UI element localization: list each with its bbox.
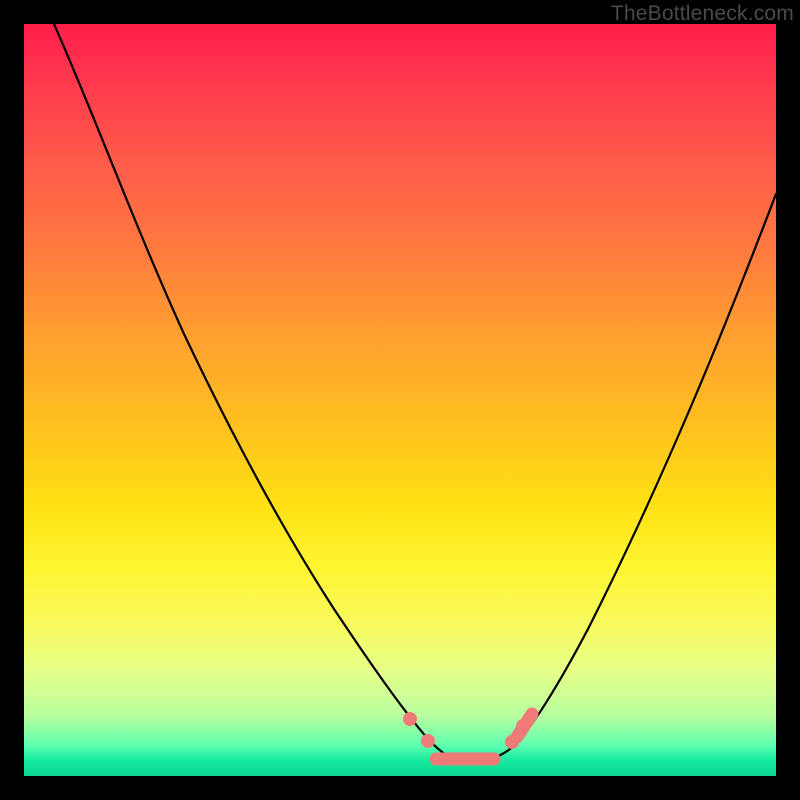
plot-area xyxy=(24,24,776,776)
marker-dot xyxy=(516,719,530,733)
bottleneck-curve xyxy=(24,24,776,776)
marker-dot xyxy=(421,734,435,748)
marker-dot xyxy=(505,735,519,749)
curve-left-arm xyxy=(54,24,464,762)
curve-right-arm xyxy=(472,194,776,762)
chart-frame: TheBottleneck.com xyxy=(0,0,800,800)
marker-dot xyxy=(403,712,417,726)
watermark-text: TheBottleneck.com xyxy=(611,2,794,26)
